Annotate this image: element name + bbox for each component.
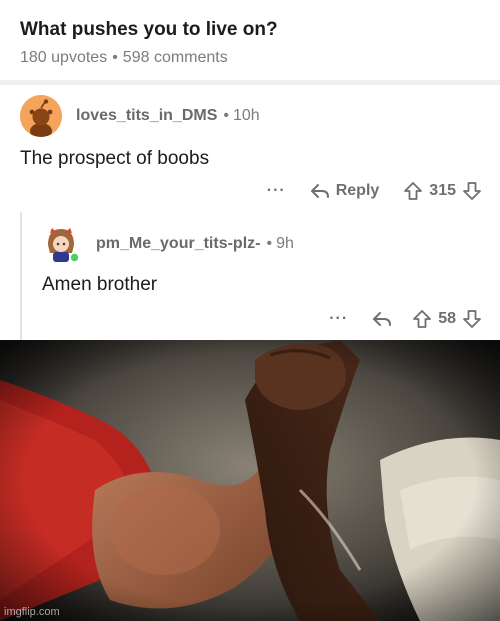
comment: loves_tits_in_DMS • 10h The prospect of b… bbox=[0, 92, 500, 210]
comment-author[interactable]: pm_Me_your_tits-plz- bbox=[96, 235, 260, 253]
online-status-icon bbox=[69, 252, 80, 263]
comment-reply: pm_Me_your_tits-plz- • 9h Amen brother ··… bbox=[0, 216, 500, 340]
comment-actions: ··· 58 bbox=[329, 306, 482, 332]
comment-time: • 10h bbox=[223, 107, 260, 124]
downvote-icon[interactable] bbox=[462, 309, 482, 329]
post-title[interactable]: What pushes you to live on? bbox=[20, 18, 500, 42]
upvote-count: 180 upvotes bbox=[20, 49, 108, 66]
comment-author[interactable]: loves_tits_in_DMS bbox=[76, 107, 217, 125]
comment-body: The prospect of boobs bbox=[20, 148, 210, 169]
imgflip-watermark: imgflip.com bbox=[4, 606, 60, 618]
comment-body: Amen brother bbox=[42, 274, 158, 295]
anime-avatar-icon[interactable] bbox=[40, 223, 82, 265]
upvote-icon[interactable] bbox=[412, 309, 432, 329]
comment-author-row: loves_tits_in_DMS • 10h bbox=[20, 94, 260, 138]
comment-count[interactable]: 598 comments bbox=[123, 49, 228, 66]
reply-button[interactable]: Reply bbox=[336, 182, 380, 200]
snoo-avatar-icon[interactable] bbox=[20, 95, 62, 137]
more-options-icon[interactable]: ··· bbox=[329, 310, 348, 328]
reply-icon[interactable] bbox=[372, 310, 392, 328]
reply-icon[interactable] bbox=[310, 182, 330, 200]
meta-separator: • bbox=[112, 49, 118, 66]
upvote-icon[interactable] bbox=[403, 181, 423, 201]
divider bbox=[0, 80, 500, 85]
vote-count: 315 bbox=[429, 182, 456, 199]
comment-actions: ··· Reply 315 bbox=[267, 178, 482, 204]
downvote-icon[interactable] bbox=[462, 181, 482, 201]
comment-time: • 9h bbox=[266, 235, 294, 252]
post-header: What pushes you to live on? 180 upvotes •… bbox=[0, 0, 500, 82]
epic-handshake-image: imgflip.com bbox=[0, 340, 500, 621]
post-meta: 180 upvotes • 598 comments bbox=[20, 48, 500, 68]
more-options-icon[interactable]: ··· bbox=[267, 182, 286, 200]
comment-author-row: pm_Me_your_tits-plz- • 9h bbox=[40, 222, 294, 266]
vote-count: 58 bbox=[438, 310, 456, 327]
